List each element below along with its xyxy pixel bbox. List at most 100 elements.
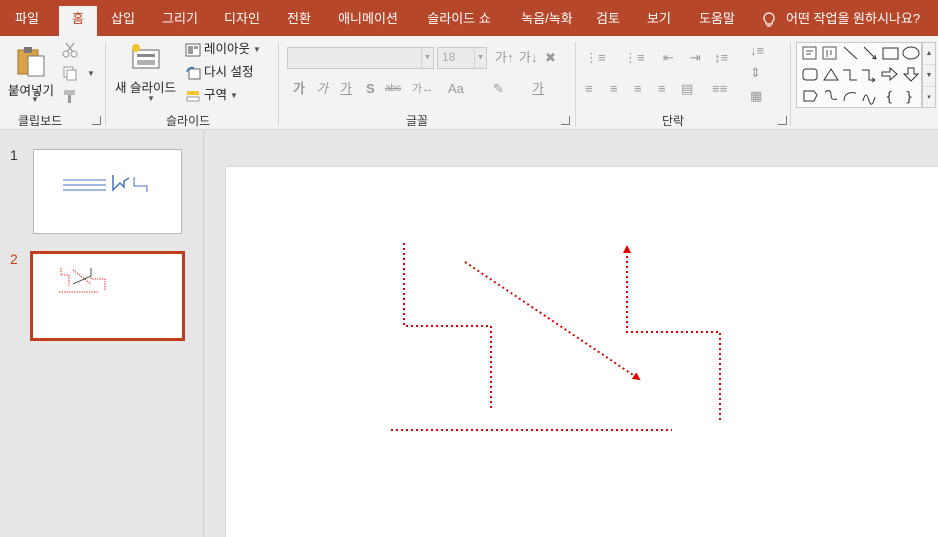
reset-label: 다시 설정 [204, 65, 254, 79]
tab-animations[interactable]: 애니메이션 [333, 0, 403, 36]
shapes-gallery[interactable]: { } [796, 42, 922, 108]
italic-icon[interactable]: 가 [316, 80, 328, 98]
section-button[interactable]: 구역 ▼ [185, 85, 238, 105]
rectangle-shape-icon[interactable] [882, 47, 899, 60]
tab-record[interactable]: 녹음/녹화 [511, 0, 583, 36]
gallery-more-icon[interactable]: ▾ [923, 87, 935, 109]
lightbulb-icon [763, 11, 775, 27]
distributed-icon[interactable]: ▤ [681, 80, 693, 98]
tab-design[interactable]: 디자인 [216, 0, 268, 36]
rounded-rectangle-shape-icon[interactable] [802, 68, 818, 81]
left-brace-shape-icon[interactable]: { [885, 90, 893, 105]
ribbon-tab-bar: 파일 홈 삽입 그리기 디자인 전환 애니메이션 슬라이드 쇼 녹음/녹화 검토… [0, 0, 938, 36]
ribbon-home: 붙여넣기 ▼ ▼ 클립보드 새 슬라이드 ▼ 레이아웃 ▼ 다시 설정 구역 ▼ 슬… [0, 36, 938, 130]
character-spacing-icon[interactable]: 가↔ [412, 80, 433, 98]
tab-slide-show[interactable]: 슬라이드 쇼 [418, 0, 500, 36]
font-name-dropdown[interactable]: ▼ [287, 47, 434, 69]
new-slide-icon [132, 44, 160, 69]
clipboard-launcher-icon[interactable] [92, 116, 101, 125]
chevron-down-icon: ▼ [31, 95, 39, 104]
align-left-icon[interactable]: ≡ [585, 80, 593, 98]
new-slide-label: 새 슬라이드 [115, 81, 176, 95]
flowchart-shape-icon[interactable] [803, 90, 818, 102]
paste-button[interactable]: 붙여넣기 ▼ [6, 42, 56, 106]
slide-thumbnail-1[interactable] [33, 149, 182, 234]
align-text-icon[interactable]: ⇕ [750, 64, 761, 82]
tab-draw[interactable]: 그리기 [155, 0, 205, 36]
current-slide[interactable] [226, 167, 938, 537]
tab-insert[interactable]: 삽입 [104, 0, 142, 36]
text-shadow-icon[interactable]: S [366, 80, 375, 98]
decrease-indent-icon[interactable]: ⇤ [663, 49, 674, 67]
scroll-down-icon[interactable]: ▼ [923, 65, 935, 87]
reset-button[interactable]: 다시 설정 [185, 62, 253, 82]
down-arrow-shape-icon[interactable] [902, 67, 920, 82]
smartart-icon[interactable]: ▦ [750, 87, 762, 105]
change-case-icon[interactable]: Aa [448, 80, 464, 98]
line-spacing-icon[interactable]: ↕≡ [714, 49, 728, 67]
arrow-line-shape-icon[interactable] [863, 46, 877, 60]
slide-editing-area [205, 131, 938, 537]
tab-file[interactable]: 파일 [4, 0, 50, 36]
section-icon [186, 90, 200, 102]
align-center-icon[interactable]: ≡ [610, 80, 618, 98]
vertical-text-box-icon[interactable] [822, 46, 837, 60]
align-right-icon[interactable]: ≡ [634, 80, 642, 98]
tell-me-box[interactable]: 어떤 작업을 원하시나요? [762, 0, 920, 36]
scroll-up-icon[interactable]: ▲ [923, 43, 935, 65]
font-launcher-icon[interactable] [561, 116, 570, 125]
cut-icon[interactable] [62, 42, 78, 58]
arc-shape-icon[interactable] [843, 92, 857, 102]
increase-indent-icon[interactable]: ⇥ [690, 49, 701, 67]
justify-icon[interactable]: ≡ [658, 80, 666, 98]
layout-button[interactable]: 레이아웃 ▼ [185, 39, 261, 59]
chevron-down-icon: ▼ [147, 94, 155, 103]
text-direction-icon[interactable]: ↓≡ [750, 42, 764, 60]
tab-review[interactable]: 검토 [591, 0, 625, 36]
format-painter-icon[interactable] [62, 88, 78, 104]
thumbnail-2-preview [59, 268, 106, 293]
underline-icon[interactable]: 가 [340, 80, 352, 98]
text-box-icon[interactable] [802, 46, 817, 60]
chevron-down-icon: ▼ [253, 44, 261, 54]
tab-home[interactable]: 홈 [59, 6, 97, 36]
motion-path-elbow-right[interactable] [623, 245, 721, 420]
chevron-down-icon: ▼ [421, 48, 433, 68]
bullets-icon[interactable]: ⋮≡ [585, 49, 606, 67]
numbering-icon[interactable]: ⋮≡ [624, 49, 645, 67]
paragraph-launcher-icon[interactable] [778, 116, 787, 125]
tab-help[interactable]: 도움말 [693, 0, 741, 36]
new-slide-button[interactable]: 새 슬라이드 ▼ [112, 40, 182, 106]
elbow-connector-icon[interactable] [843, 69, 857, 81]
tab-transitions[interactable]: 전환 [280, 0, 318, 36]
bold-icon[interactable]: 가 [293, 80, 305, 98]
copy-icon[interactable] [62, 65, 78, 81]
line-shape-icon[interactable] [843, 46, 858, 60]
right-arrow-shape-icon[interactable] [881, 66, 898, 82]
reset-icon [186, 66, 201, 80]
increase-font-size-icon[interactable]: 가↑ [495, 49, 513, 67]
section-label: 구역 [204, 88, 228, 102]
clipboard-group-label: 클립보드 [18, 114, 63, 128]
paragraph-group-label: 단락 [662, 114, 685, 128]
columns-icon[interactable]: ≡≡ [712, 80, 727, 98]
oval-shape-icon[interactable] [902, 46, 920, 60]
decrease-font-size-icon[interactable]: 가↓ [519, 49, 537, 67]
shapes-gallery-scroll[interactable]: ▲ ▼ ▾ [922, 42, 936, 108]
group-divider [790, 42, 791, 126]
layout-label: 레이아웃 [204, 42, 251, 56]
elbow-arrow-connector-icon[interactable] [862, 69, 876, 83]
curve-shape-icon[interactable] [824, 90, 838, 100]
tab-view[interactable]: 보기 [641, 0, 677, 36]
highlight-icon[interactable]: ✎ [493, 80, 504, 98]
slide-thumbnail-2[interactable] [30, 251, 185, 341]
wave-shape-icon[interactable] [862, 94, 876, 105]
triangle-shape-icon[interactable] [823, 68, 839, 81]
font-color-icon[interactable]: 가 [532, 80, 544, 98]
chevron-down-icon: ▼ [230, 90, 238, 100]
strikethrough-icon[interactable]: abc [385, 80, 401, 98]
motion-path-elbow-left[interactable] [403, 243, 492, 410]
right-brace-shape-icon[interactable]: } [905, 90, 913, 105]
font-size-dropdown[interactable]: 18 ▼ [437, 47, 487, 69]
clear-formatting-icon[interactable]: ✖ [545, 49, 556, 67]
